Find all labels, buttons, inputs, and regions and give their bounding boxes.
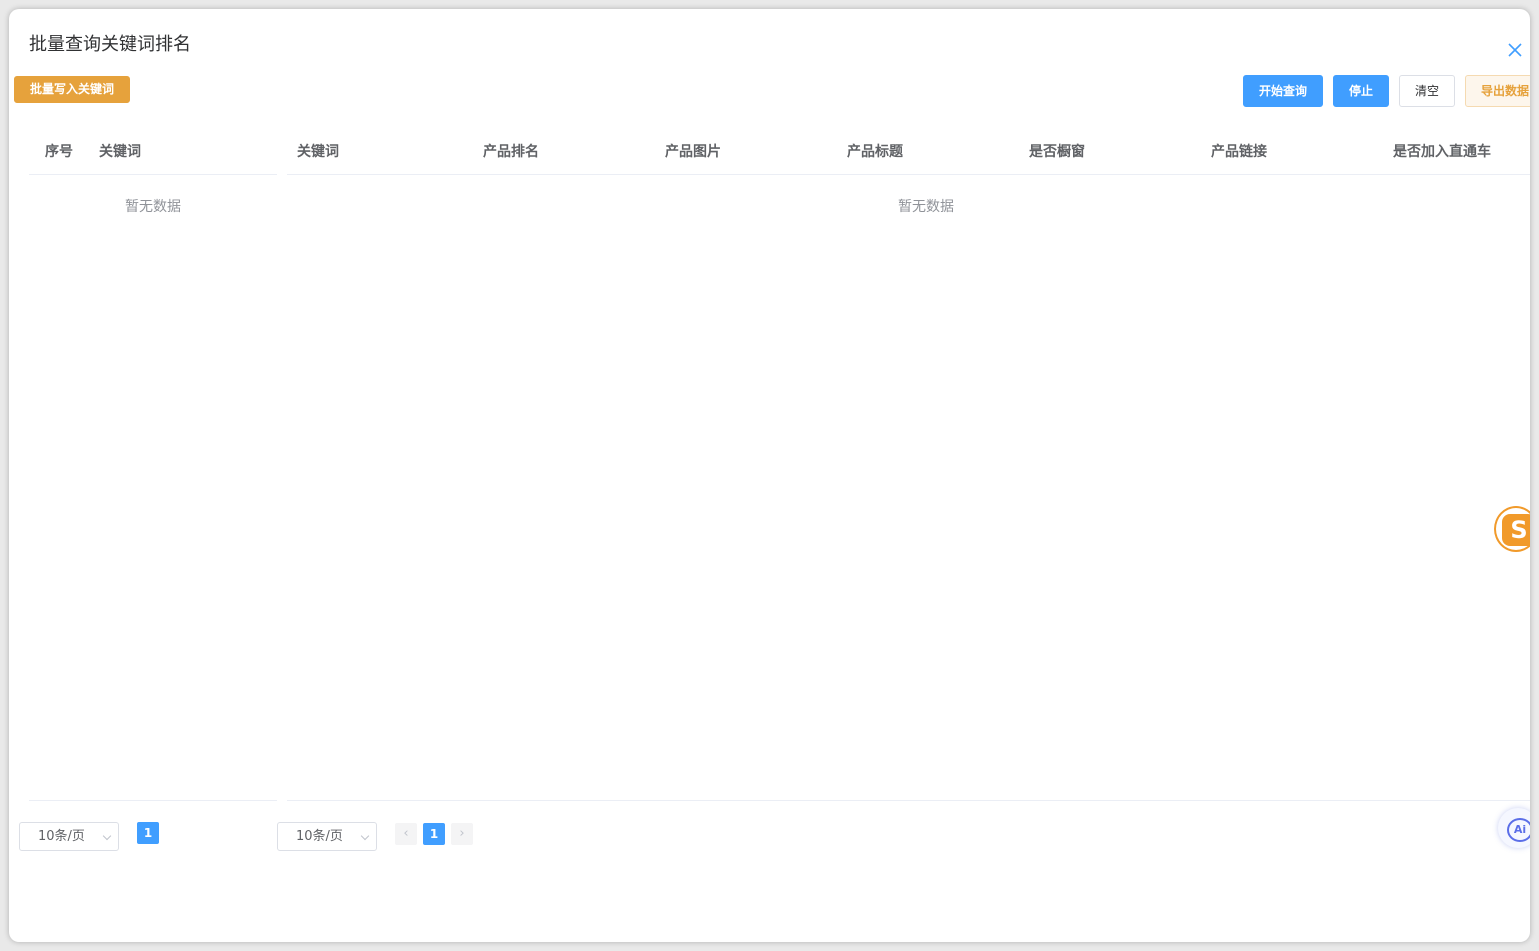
page-size-select[interactable]: 10条/页 xyxy=(277,822,377,851)
chevron-down-icon xyxy=(360,831,370,841)
dialog-title: 批量查询关键词排名 xyxy=(29,34,191,55)
page-size-value: 10条/页 xyxy=(38,829,85,844)
column-header-keyword: 关键词 xyxy=(297,144,339,160)
column-header-product-link: 产品链接 xyxy=(1211,144,1267,160)
page-size-value: 10条/页 xyxy=(296,829,343,844)
export-data-button[interactable]: 导出数据 xyxy=(1465,75,1530,107)
column-header-is-showcase: 是否橱窗 xyxy=(1029,144,1085,160)
header-divider xyxy=(29,174,277,175)
page-number-current[interactable]: 1 xyxy=(137,822,159,844)
clear-button[interactable]: 清空 xyxy=(1399,75,1455,107)
ai-icon: Ai xyxy=(1507,818,1530,842)
start-query-button[interactable]: 开始查询 xyxy=(1243,75,1323,107)
floating-ai-button[interactable]: Ai xyxy=(1498,808,1530,848)
column-header-keyword: 关键词 xyxy=(99,144,141,160)
page-number-current[interactable]: 1 xyxy=(423,823,445,845)
column-header-product-rank: 产品排名 xyxy=(483,144,539,160)
close-icon[interactable] xyxy=(1506,41,1524,59)
prev-page-button[interactable]: ‹ xyxy=(395,823,417,845)
header-divider xyxy=(287,174,1530,175)
empty-text: 暂无数据 xyxy=(125,199,181,215)
footer-divider xyxy=(287,800,1530,801)
column-header-product-title: 产品标题 xyxy=(847,144,903,160)
column-header-is-through-train: 是否加入直通车 xyxy=(1393,144,1491,160)
s-logo-icon: S xyxy=(1502,514,1530,546)
column-header-product-image: 产品图片 xyxy=(665,144,721,160)
batch-write-keywords-button[interactable]: 批量写入关键词 xyxy=(14,76,130,103)
page-size-select[interactable]: 10条/页 xyxy=(19,822,119,851)
footer-divider xyxy=(29,800,277,801)
column-header-index: 序号 xyxy=(45,144,73,160)
batch-query-dialog: 批量查询关键词排名 批量写入关键词 开始查询 停止 清空 导出数据 序号 关键词… xyxy=(9,9,1530,942)
chevron-down-icon xyxy=(102,831,112,841)
floating-s-button[interactable]: S xyxy=(1494,506,1530,552)
next-page-button[interactable]: › xyxy=(451,823,473,845)
stop-button[interactable]: 停止 xyxy=(1333,75,1389,107)
empty-text: 暂无数据 xyxy=(898,199,954,215)
